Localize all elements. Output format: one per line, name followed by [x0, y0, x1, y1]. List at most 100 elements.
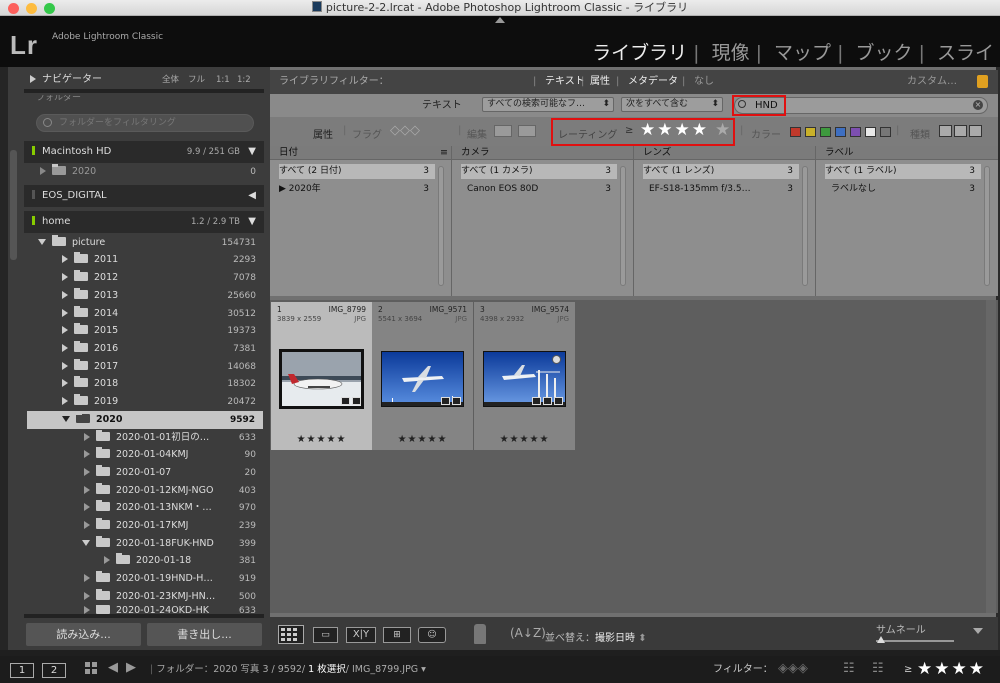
folder-filter-input[interactable]: フォルダーをフィルタリング [36, 114, 254, 132]
sort-select[interactable]: 撮影日時 ⬍ [595, 629, 647, 644]
expand-icon[interactable]: ◀ [248, 185, 256, 207]
filmstrip-rating-stars[interactable]: ★★★★ [917, 656, 986, 683]
folder-item[interactable]: 2020-01-01初日の… 633 [24, 429, 264, 447]
nav-zoom-fill[interactable]: フル [188, 72, 205, 88]
flag-filter-icons[interactable]: ◇◇◇ [390, 123, 420, 138]
clear-search-icon[interactable]: × [973, 100, 983, 110]
folders-header[interactable]: フォルダー [36, 95, 236, 104]
browser-item[interactable]: すべて (1 カメラ) 3 [461, 164, 617, 179]
window-1-button[interactable]: 1 [10, 663, 34, 678]
flag-filter-icons[interactable]: ◈◈◈ [778, 662, 808, 676]
filter-tab-attribute[interactable]: 属性 [590, 70, 610, 94]
slider-handle-icon[interactable] [877, 636, 885, 643]
folder-item[interactable]: 2018 18302 [24, 375, 264, 393]
photo-rating[interactable]: ★★★★★ [372, 434, 473, 445]
collapse-icon[interactable]: ▼ [248, 211, 256, 233]
color-label-yellow[interactable] [805, 127, 816, 137]
color-label-green[interactable] [820, 127, 831, 137]
folder-item[interactable]: 2020-01-18FUK-HND 399 [24, 535, 264, 553]
module-map[interactable]: マップ [774, 42, 831, 64]
module-slideshow[interactable]: スライ [937, 42, 994, 64]
survey-view-icon[interactable]: ⊞ [383, 627, 411, 643]
kind-video-icon[interactable] [969, 125, 982, 137]
folder-item[interactable]: 2020-01-17KMJ 239 [24, 517, 264, 535]
photo-rating[interactable]: ★★★★★ [474, 434, 575, 445]
top-panel-toggle-icon[interactable] [495, 17, 505, 23]
folder-item[interactable]: 2020-01-24OKD-HK 633 [24, 605, 264, 614]
painter-icon[interactable] [474, 624, 486, 644]
folder-item[interactable]: 2020-01-04KMJ 90 [24, 446, 264, 464]
folder-item[interactable]: 2020-01-12KMJ-NGO 403 [24, 482, 264, 500]
window-2-button[interactable]: 2 [42, 663, 66, 678]
volume-eos-digital[interactable]: EOS_DIGITAL ◀ [24, 185, 264, 207]
module-develop[interactable]: 現像 [712, 42, 750, 64]
filter-tab-text[interactable]: テキスト [545, 70, 585, 94]
kind-virtual-icon[interactable] [954, 125, 967, 137]
grid-cell[interactable]: 2 IMG_9571 5541 x 3694 JPG ★★★★★ [372, 302, 473, 450]
nav-zoom-1-1[interactable]: 1:1 [216, 72, 230, 88]
folder-item[interactable]: 2017 14068 [24, 358, 264, 376]
browser-item[interactable]: ▶ 2020年 3 [279, 182, 435, 197]
column-scrollbar[interactable] [984, 166, 990, 286]
module-book[interactable]: ブック [856, 42, 913, 64]
toolbar-menu-icon[interactable] [973, 628, 983, 634]
grid-icon[interactable] [84, 661, 98, 675]
folder-item-selected[interactable]: 2020 9592 [27, 411, 263, 429]
folder-item[interactable]: 2012 7078 [24, 269, 264, 287]
text-field-select[interactable]: すべての検索可能なフ… ⬍ [482, 97, 614, 112]
loupe-view-icon[interactable]: ▭ [313, 627, 338, 643]
forward-arrow-icon[interactable]: ▶ [126, 661, 136, 675]
browser-item[interactable]: すべて (2 日付) 3 [279, 164, 435, 179]
folder-item[interactable]: 2019 20472 [24, 393, 264, 411]
browser-item[interactable]: すべて (1 レンズ) 3 [643, 164, 799, 179]
people-view-icon[interactable]: ☺ [418, 627, 446, 643]
browser-item[interactable]: EF-S18-135mm f/3.5… 3 [643, 182, 799, 197]
filter-switch-icon[interactable]: ☷ [843, 662, 855, 676]
folder-item[interactable]: 2011 2293 [24, 251, 264, 269]
folder-item[interactable]: 2020 0 [24, 163, 264, 181]
volume-macintosh-hd[interactable]: Macintosh HD 9.9 / 251 GB ▼ [24, 141, 264, 163]
folder-item[interactable]: 2014 30512 [24, 305, 264, 323]
browser-item[interactable]: ラベルなし 3 [825, 182, 981, 197]
folder-item[interactable]: 2020-01-23KMJ-HN… 500 [24, 588, 264, 606]
folder-item[interactable]: 2020-01-07 20 [24, 464, 264, 482]
text-rule-select[interactable]: 次をすべて含む ⬍ [621, 97, 723, 112]
color-label-none[interactable] [880, 127, 891, 137]
column-scrollbar[interactable] [438, 166, 444, 286]
collapse-icon[interactable]: ▼ [248, 141, 256, 163]
kind-master-icon[interactable] [939, 125, 952, 137]
volume-home[interactable]: home 1.2 / 2.9 TB ▼ [24, 211, 264, 233]
navigator-header[interactable]: ナビゲーター 全体 フル 1:1 1:2 [24, 72, 264, 88]
filter-tab-metadata[interactable]: メタデータ [628, 70, 678, 94]
lock-icon[interactable] [977, 75, 988, 88]
folder-item[interactable]: 2020-01-13NKM・… 970 [24, 499, 264, 517]
edited-filter-icon[interactable] [494, 125, 512, 137]
quick-collection-icon[interactable] [552, 355, 561, 364]
unedited-filter-icon[interactable] [518, 125, 536, 137]
compare-view-icon[interactable]: X|Y [346, 627, 376, 643]
color-label-purple[interactable] [850, 127, 861, 137]
filmstrip-rating-operator[interactable]: ≥ [904, 656, 912, 683]
export-button[interactable]: 書き出し... [147, 623, 262, 646]
filter-preset-select[interactable]: カスタム… [907, 70, 957, 94]
photo-rating[interactable]: ★★★★★ [271, 434, 372, 445]
browser-item[interactable]: Canon EOS 80D 3 [461, 182, 617, 197]
folder-item[interactable]: 2020-01-19HND-H… 919 [24, 570, 264, 588]
folder-item[interactable]: 2015 19373 [24, 322, 264, 340]
column-scrollbar[interactable] [620, 166, 626, 286]
nav-zoom-fit[interactable]: 全体 [162, 72, 179, 88]
grid-cell[interactable]: 3 IMG_9574 4398 x 2932 JPG ★★★★★ [474, 302, 575, 450]
filter-sliders-icon[interactable]: ☷ [872, 662, 884, 676]
color-label-blue[interactable] [835, 127, 846, 137]
sort-direction-icon[interactable]: (A↓Z) [510, 626, 546, 640]
thumbnail-size-slider[interactable] [876, 640, 954, 642]
grid-view-icon[interactable] [278, 625, 304, 644]
browser-item[interactable]: すべて (1 ラベル) 3 [825, 164, 981, 179]
color-label-red[interactable] [790, 127, 801, 137]
import-button[interactable]: 読み込み... [26, 623, 141, 646]
color-label-custom[interactable] [865, 127, 876, 137]
filter-tab-none[interactable]: なし [694, 70, 714, 94]
source-path[interactable]: | フォルダー：2020 写真 3 / 9592/ 1 枚選択/ IMG_879… [150, 656, 426, 683]
folder-item[interactable]: 2020-01-18 381 [24, 552, 264, 570]
back-arrow-icon[interactable]: ◀ [108, 661, 118, 675]
